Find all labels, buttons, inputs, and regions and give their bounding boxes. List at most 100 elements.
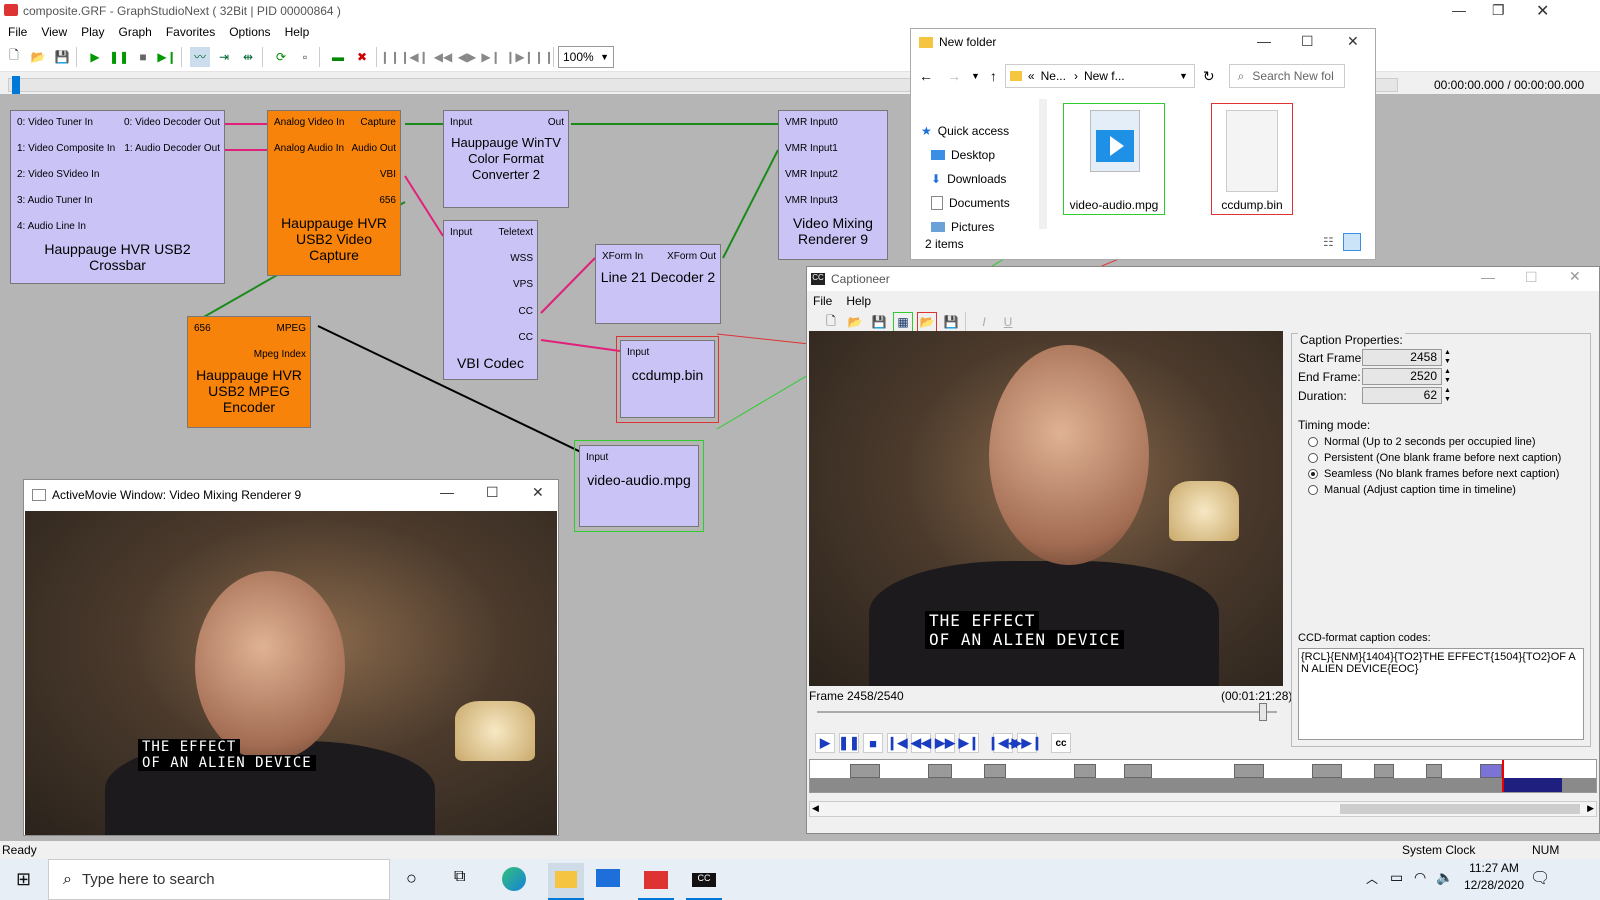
frame-fwd-icon[interactable]: ❙❙❙: [524, 47, 554, 67]
seek-thumb[interactable]: [12, 76, 20, 94]
export-icon[interactable]: 💾: [941, 312, 961, 332]
step-icon[interactable]: ▶❙: [157, 47, 177, 67]
timeline-caption[interactable]: [1234, 764, 1264, 778]
maximize-icon[interactable]: ❐: [1492, 2, 1505, 19]
duration-input[interactable]: 62: [1362, 387, 1442, 404]
prev-icon[interactable]: ◀◀: [433, 47, 453, 67]
address-field[interactable]: « Ne... › New f... ▼: [1004, 64, 1195, 88]
frame-slider-track[interactable]: [817, 711, 1277, 713]
menu-play[interactable]: Play: [81, 25, 104, 39]
radio-button[interactable]: [1308, 453, 1318, 463]
pause-icon[interactable]: ❚❚: [109, 47, 129, 67]
italic-icon[interactable]: I: [974, 312, 994, 332]
open-video-icon[interactable]: ▦: [893, 312, 913, 332]
rewind-icon[interactable]: ◀❙: [409, 47, 429, 67]
timeline-caption-selected[interactable]: [1480, 764, 1502, 778]
filter-capture[interactable]: Analog Video In Analog Audio In Capture …: [267, 110, 401, 276]
nav-item-downloads[interactable]: ⬇ Downloads: [921, 167, 1041, 191]
windows-start-icon[interactable]: ⊞: [16, 869, 31, 890]
timeline-playhead[interactable]: [1502, 760, 1504, 792]
close-icon[interactable]: ✕: [1347, 33, 1359, 50]
open-icon[interactable]: 📂: [28, 47, 48, 67]
scroll-right-icon[interactable]: ▶: [1587, 803, 1594, 814]
menu-options[interactable]: Options: [229, 25, 270, 39]
timeline-caption[interactable]: [1312, 764, 1342, 778]
start-spinner-icon[interactable]: ▲ ▼: [1444, 348, 1451, 366]
seek-icon[interactable]: ▫: [295, 47, 315, 67]
maximize-icon[interactable]: ☐: [1525, 269, 1538, 286]
timeline-caption[interactable]: [1426, 764, 1442, 778]
menu-favorites[interactable]: Favorites: [166, 25, 215, 39]
timeline-caption[interactable]: [1074, 764, 1096, 778]
timeline-caption[interactable]: [1374, 764, 1394, 778]
mail-icon[interactable]: [596, 869, 620, 887]
open-caption-icon[interactable]: 📂: [917, 312, 937, 332]
filter-mpeg-encoder[interactable]: 656 MPEG Mpeg Index Hauppauge HVR USB2 M…: [187, 316, 311, 428]
close-icon[interactable]: ✕: [1569, 268, 1581, 285]
minimize-icon[interactable]: —: [1452, 2, 1466, 18]
clock-time[interactable]: 11:27 AM: [1458, 861, 1530, 875]
connect-icon[interactable]: ⇥: [214, 47, 234, 67]
filter-vbi-codec[interactable]: Input Teletext WSS VPS CC CC VBI Codec: [443, 220, 538, 380]
minimize-icon[interactable]: —: [1257, 33, 1271, 49]
filter-line21[interactable]: XForm In XForm Out Line 21 Decoder 2: [595, 244, 721, 324]
link-vbi[interactable]: [404, 175, 444, 237]
new-icon[interactable]: 🗋: [4, 47, 24, 67]
radio-normal[interactable]: Normal (Up to 2 seconds per occupied lin…: [1308, 434, 1561, 450]
jump-start-icon[interactable]: ❙◀◀: [988, 733, 1018, 753]
end-spinner-icon[interactable]: ▲ ▼: [1444, 367, 1451, 385]
graphstudio-taskbar[interactable]: [638, 863, 674, 900]
file-ccdump[interactable]: ccdump.bin: [1211, 103, 1293, 215]
timeline-caption[interactable]: [850, 764, 880, 778]
menu-file[interactable]: File: [813, 294, 832, 308]
chevron-down-icon[interactable]: ▼: [1179, 71, 1188, 81]
close-icon[interactable]: ✕: [532, 484, 544, 501]
minimize-icon[interactable]: —: [440, 484, 454, 500]
save-icon[interactable]: 💾: [52, 47, 72, 67]
scroll-thumb[interactable]: [1340, 804, 1580, 814]
filter-crossbar[interactable]: 0: Video Tuner In 1: Video Composite In …: [10, 110, 225, 284]
wave-icon[interactable]: 〰: [190, 46, 210, 67]
clock-date[interactable]: 12/28/2020: [1458, 878, 1530, 892]
timeline-caption[interactable]: [1124, 764, 1152, 778]
nav-item-quick-access[interactable]: ★ Quick access: [921, 119, 1041, 143]
frame-back-icon[interactable]: ❙❙❙: [380, 47, 410, 67]
stop-icon[interactable]: ■: [133, 47, 153, 67]
forward-arrow-icon[interactable]: →: [947, 68, 961, 84]
timeline-caption[interactable]: [928, 764, 952, 778]
forward-icon[interactable]: ▶❙: [481, 47, 501, 67]
network-icon[interactable]: ◠: [1414, 869, 1426, 886]
insert-filter-icon[interactable]: ▬: [328, 47, 348, 67]
caption-codes-textarea[interactable]: {RCL}{ENM}{1404}{TO2}THE EFFECT{1504}{TO…: [1298, 648, 1584, 740]
timeline-scrollbar[interactable]: ◀ ▶: [809, 801, 1597, 817]
cc-add-icon[interactable]: cc: [1051, 733, 1071, 753]
menu-file[interactable]: File: [8, 25, 27, 39]
volume-icon[interactable]: 🔈: [1436, 869, 1453, 886]
zoom-select[interactable]: 100% ▼: [558, 45, 614, 68]
new-caption-icon[interactable]: 🗋: [821, 312, 841, 332]
edge-icon[interactable]: [502, 867, 526, 891]
radio-button[interactable]: [1308, 437, 1318, 447]
frame-slider-thumb[interactable]: [1259, 703, 1268, 721]
up-arrow-icon[interactable]: ↑: [990, 68, 997, 84]
activemovie-window[interactable]: ActiveMovie Window: Video Mixing Rendere…: [23, 479, 559, 836]
menu-view[interactable]: View: [41, 25, 67, 39]
file-video-audio[interactable]: video-audio.mpg: [1063, 103, 1165, 215]
menu-help[interactable]: Help: [846, 294, 871, 308]
captioneer-window[interactable]: CC Captioneer — ☐ ✕ File Help 🗋 📂 💾 ▦ 📂 …: [806, 266, 1600, 834]
link-line21-vmr[interactable]: [722, 149, 779, 259]
cortana-icon[interactable]: ○: [406, 868, 417, 889]
filter-video-audio-mpg[interactable]: Input video-audio.mpg: [579, 445, 699, 527]
duration-spinner-icon[interactable]: ▲ ▼: [1444, 386, 1451, 404]
search-field[interactable]: ⌕ Search New fol: [1228, 64, 1345, 88]
caption-timeline[interactable]: [809, 759, 1597, 793]
timeline-caption[interactable]: [984, 764, 1006, 778]
arrange-icon[interactable]: ⇹: [238, 47, 258, 67]
minimize-icon[interactable]: —: [1481, 269, 1495, 285]
refresh-icon[interactable]: ↻: [1203, 68, 1215, 85]
stop-icon[interactable]: ■: [863, 733, 883, 753]
back-icon[interactable]: ◀▶: [457, 47, 477, 67]
remove-filter-icon[interactable]: ✖: [352, 47, 372, 67]
rewind-icon[interactable]: ◀◀: [911, 733, 931, 753]
nav-item-documents[interactable]: Documents: [921, 191, 1041, 215]
